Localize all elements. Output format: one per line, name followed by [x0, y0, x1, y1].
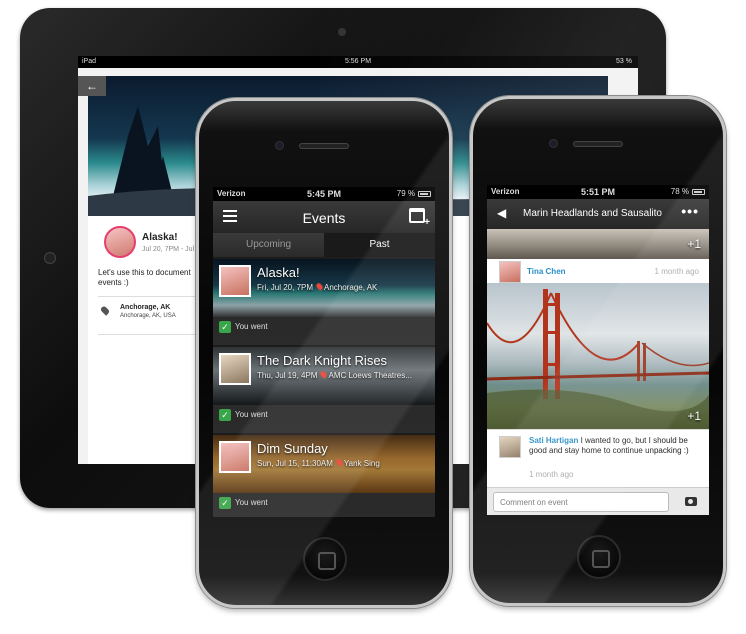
battery-icon: [418, 191, 431, 197]
status-bar: Verizon 5:51 PM 78 %: [487, 185, 709, 199]
attendance-row: ✓ You went: [213, 493, 435, 513]
ipad-home-button[interactable]: [44, 252, 56, 264]
event-list-item[interactable]: Dim Sunday Sun, Jul 15, 11:30AM Yank Sing…: [213, 435, 435, 517]
event-date: Thu, Jul 19, 4PM: [257, 371, 318, 380]
event-name: Dim Sunday: [257, 441, 328, 456]
camera-icon[interactable]: [685, 497, 697, 506]
attendance-status: You went: [235, 498, 268, 507]
iphone-events-list: Verizon 5:45 PM 79 % Events Upcoming Pas…: [196, 98, 452, 608]
home-button[interactable]: [577, 535, 621, 579]
event-meta: Sun, Jul 15, 11:30AM Yank Sing: [257, 458, 380, 468]
event-list-item[interactable]: The Dark Knight Rises Thu, Jul 19, 4PM AM…: [213, 347, 435, 433]
golden-gate-bridge-illustration: [487, 289, 709, 429]
attendance-row: ✓ You went: [213, 405, 435, 425]
photo-count-badge: +1: [687, 409, 701, 423]
event-date: Sun, Jul 15, 11:30AM: [257, 459, 333, 468]
map-pin-icon: [99, 305, 111, 316]
checkmark-icon: ✓: [219, 497, 231, 509]
tab-upcoming[interactable]: Upcoming: [213, 233, 324, 257]
event-photo[interactable]: +1: [487, 283, 709, 429]
event-place: AMC Loews Theatres...: [328, 371, 412, 380]
comment-composer: [487, 487, 709, 515]
attendance-status: You went: [235, 410, 268, 419]
event-place: Yank Sing: [343, 459, 380, 468]
comment-author[interactable]: Sati Hartigan: [529, 436, 578, 445]
avatar: [104, 226, 136, 258]
iphone-event-detail: Verizon 5:51 PM 78 % ◀︎ Marin Headlands …: [470, 96, 726, 606]
checkmark-icon: ✓: [219, 321, 231, 333]
event-name: Alaska!: [257, 265, 300, 280]
add-event-calendar-icon[interactable]: [409, 208, 430, 228]
detail-header: ◀︎ Marin Headlands and Sausalito •••: [487, 199, 709, 229]
status-bar: Verizon 5:45 PM 79 %: [213, 187, 435, 201]
earpiece-speaker: [299, 143, 349, 149]
back-arrow-icon[interactable]: ←: [78, 76, 106, 96]
ipad-battery: 53 %: [616, 58, 632, 65]
ipad-status-bar: iPad 5:56 PM 53 %: [78, 56, 638, 68]
post-time: 1 month ago: [654, 267, 699, 276]
more-options-icon[interactable]: •••: [681, 203, 699, 219]
event-date: Jul 20, 7PM - Jul 2: [142, 246, 200, 253]
avatar: [499, 261, 521, 283]
comment-input[interactable]: [493, 492, 669, 512]
events-header: Events: [213, 201, 435, 233]
avatar: [219, 353, 251, 385]
avatar: [219, 265, 251, 297]
event-meta: Thu, Jul 19, 4PM AMC Loews Theatres...: [257, 370, 412, 380]
avatar: [499, 436, 521, 458]
page-title: Marin Headlands and Sausalito: [523, 208, 662, 219]
avatar: [219, 441, 251, 473]
events-tabs: Upcoming Past: [213, 233, 435, 257]
photo-post-header: Tina Chen 1 month ago: [487, 259, 709, 283]
home-button[interactable]: [303, 537, 347, 581]
ipad-camera: [338, 28, 346, 36]
event-list-item[interactable]: Alaska! Fri, Jul 20, 7PM Anchorage, AK ✓ …: [213, 259, 435, 345]
map-pin-icon: [319, 370, 329, 379]
front-camera: [275, 141, 284, 150]
comment-item: Sati Hartigan I wanted to go, but I shou…: [487, 429, 709, 487]
earpiece-speaker: [573, 141, 623, 147]
ipad-time: 5:56 PM: [344, 58, 372, 65]
tab-past[interactable]: Past: [324, 233, 435, 257]
attendance-status: You went: [235, 322, 268, 331]
map-pin-icon: [335, 458, 344, 467]
event-photo[interactable]: +1: [487, 229, 709, 259]
comment-time: 1 month ago: [529, 470, 574, 479]
front-camera: [549, 139, 558, 148]
battery-percent: 79 %: [396, 189, 415, 198]
post-author[interactable]: Tina Chen: [527, 267, 566, 276]
event-title: Alaska!: [142, 232, 178, 243]
location-name: Anchorage, AK: [120, 304, 171, 311]
page-title: Events: [302, 210, 346, 226]
battery-percent: 78 %: [670, 187, 689, 196]
event-place: Anchorage, AK: [324, 283, 378, 292]
back-arrow-icon[interactable]: ◀︎: [497, 206, 506, 220]
comment-body: Sati Hartigan I wanted to go, but I shou…: [529, 436, 701, 456]
events-screen: Verizon 5:45 PM 79 % Events Upcoming Pas…: [213, 187, 435, 517]
map-pin-icon: [315, 282, 324, 291]
photo-count-badge: +1: [687, 237, 701, 251]
event-date: Fri, Jul 20, 7PM: [257, 283, 314, 292]
attendance-row: ✓ You went: [213, 317, 435, 337]
marketing-stage: iPad 5:56 PM 53 % ← Alaska! Jul 20, 7PM …: [0, 0, 746, 634]
location-detail: Anchorage, AK, USA: [120, 313, 176, 319]
checkmark-icon: ✓: [219, 409, 231, 421]
event-meta: Fri, Jul 20, 7PM Anchorage, AK: [257, 282, 378, 292]
battery-icon: [692, 189, 705, 195]
event-name: The Dark Knight Rises: [257, 353, 388, 368]
event-detail-screen: Verizon 5:51 PM 78 % ◀︎ Marin Headlands …: [487, 185, 709, 515]
